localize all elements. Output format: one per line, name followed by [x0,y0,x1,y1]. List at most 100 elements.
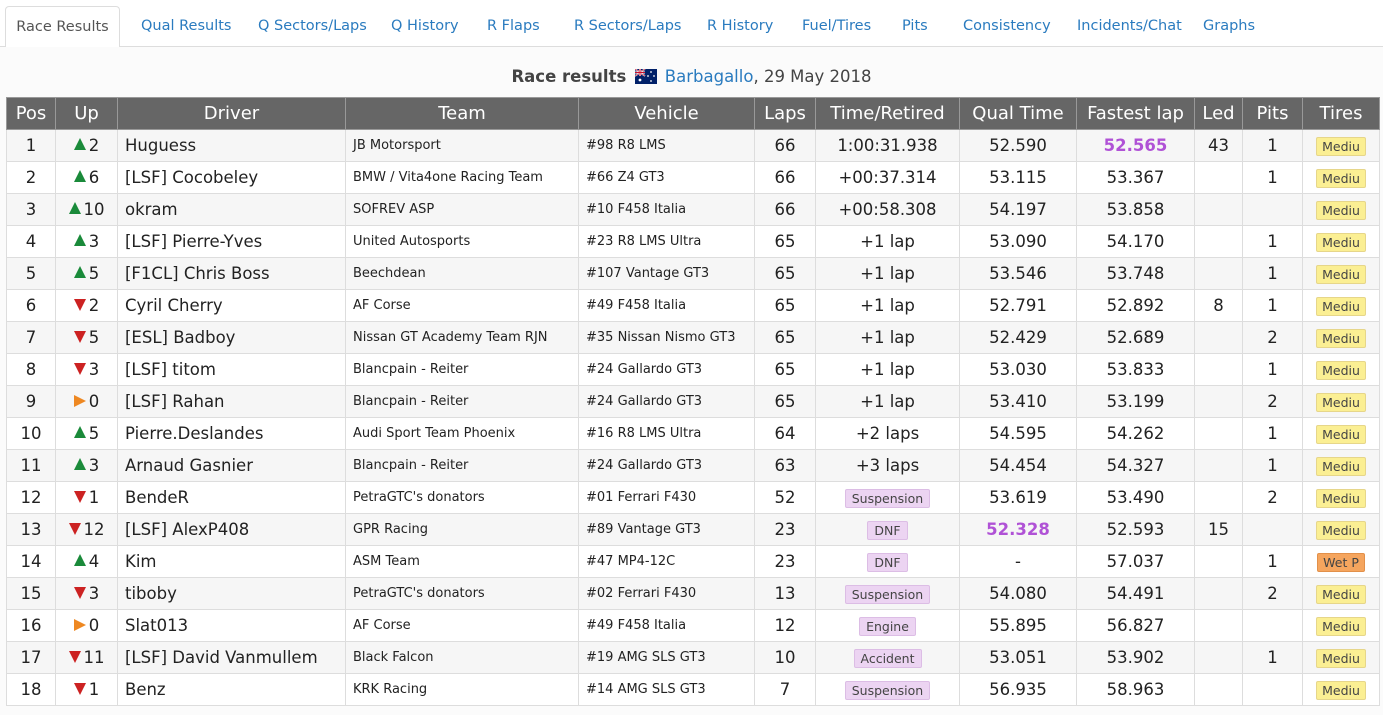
tab-r-sectors-laps[interactable]: R Sectors/Laps [574,6,681,46]
fastest-lap-cell: 53.748 [1076,257,1195,290]
positions-gained-cell: 3 [55,449,118,482]
retired-status-badge: Suspension [844,584,931,604]
tire-badge: Mediu [1316,616,1366,636]
column-header-vehicle[interactable]: Vehicle [578,97,755,130]
column-header-fastest-lap[interactable]: Fastest lap [1076,97,1195,130]
tab-bar: Race Results Qual Results Q Sectors/Laps Q … [0,0,1383,48]
arrow-up-icon [73,426,86,438]
race-time: +1 lap [860,264,915,283]
retired-status-badge: Suspension [844,488,931,508]
positions-gained-cell: 5 [55,417,118,450]
laps-cell: 65 [754,353,816,386]
team-cell: ASM Team [345,545,579,578]
column-header-led[interactable]: Led [1194,97,1243,130]
track-link[interactable]: Barbagallo [665,67,754,86]
positions-gained-cell: 0 [55,609,118,642]
table-row: 1 2 Huguess JB Motorsport #98 R8 LMS 66 1:00:3… [6,129,1380,162]
tab-pits[interactable]: Pits [902,6,928,46]
team-cell: KRK Racing [345,673,579,706]
time-retired-cell: +1 lap [815,225,960,258]
arrow-down-icon [73,683,86,695]
driver-cell: Huguess [117,129,346,162]
column-header-team[interactable]: Team [345,97,579,130]
positions-gained-cell: 6 [55,161,118,194]
positions-gained-value: 1 [88,488,100,507]
tab-r-flaps[interactable]: R Flaps [487,6,540,46]
laps-cell: 65 [754,321,816,354]
laps-led-cell: 8 [1194,289,1243,322]
tab-q-sectors-laps[interactable]: Q Sectors/Laps [258,6,367,46]
team-cell: Blancpain - Reiter [345,385,579,418]
column-header-time-retired[interactable]: Time/Retired [815,97,960,130]
table-row: 9 0 [LSF] Rahan Blancpain - Reiter #24 Galla… [6,385,1380,418]
positions-gained-cell: 1 [55,481,118,514]
table-header-row: Pos Up Driver Team Vehicle Laps Time/Retired Qu… [6,97,1380,130]
positions-gained-cell: 5 [55,321,118,354]
column-header-up[interactable]: Up [55,97,118,130]
position-cell: 18 [6,673,56,706]
race-time: +00:58.308 [838,200,937,219]
laps-led-cell [1194,257,1243,290]
laps-cell: 12 [754,609,816,642]
positions-gained-cell: 12 [55,513,118,546]
pits-cell: 1 [1242,129,1303,162]
qual-time-cell: 54.080 [959,577,1077,610]
time-retired-cell: DNF [815,513,960,546]
driver-cell: [F1CL] Chris Boss [117,257,346,290]
tires-cell: Mediu [1302,449,1380,482]
tire-badge: Mediu [1316,456,1366,476]
pits-cell: 1 [1242,257,1303,290]
laps-led-cell [1194,545,1243,578]
column-header-tires[interactable]: Tires [1302,97,1380,130]
positions-gained-value: 12 [83,520,105,539]
column-header-driver[interactable]: Driver [117,97,346,130]
column-header-qual-time[interactable]: Qual Time [959,97,1077,130]
qual-time-cell: 53.051 [959,641,1077,674]
tire-badge: Mediu [1316,392,1366,412]
positions-gained-value: 3 [88,360,100,379]
tab-fuel-tires[interactable]: Fuel/Tires [802,6,871,46]
team-cell: JB Motorsport [345,129,579,162]
driver-cell: tiboby [117,577,346,610]
tab-graphs[interactable]: Graphs [1203,6,1255,46]
team-cell: PetraGTC's donators [345,481,579,514]
tab-consistency[interactable]: Consistency [963,6,1051,46]
qual-time-cell: 53.090 [959,225,1077,258]
position-cell: 14 [6,545,56,578]
tab-r-history[interactable]: R History [707,6,773,46]
fastest-lap-cell: 57.037 [1076,545,1195,578]
driver-cell: Arnaud Gasnier [117,449,346,482]
retired-status-badge: Engine [859,616,916,636]
tab-race-results[interactable]: Race Results [5,6,120,48]
arrow-right-icon [73,619,86,631]
tire-badge: Mediu [1316,680,1366,700]
vehicle-cell: #14 AMG SLS GT3 [578,673,755,706]
positions-gained-value: 4 [88,552,100,571]
column-header-pos[interactable]: Pos [6,97,56,130]
vehicle-cell: #49 F458 Italia [578,609,755,642]
retired-status-badge: Accident [853,648,922,668]
pits-cell: 2 [1242,577,1303,610]
tires-cell: Mediu [1302,321,1380,354]
qual-time-cell: 52.328 [959,513,1077,546]
driver-cell: [ESL] Badboy [117,321,346,354]
column-header-laps[interactable]: Laps [754,97,816,130]
tires-cell: Mediu [1302,609,1380,642]
tab-q-history[interactable]: Q History [391,6,459,46]
qual-time-cell: 53.030 [959,353,1077,386]
time-retired-cell: +1 lap [815,257,960,290]
column-header-pits[interactable]: Pits [1242,97,1303,130]
tab-incidents-chat[interactable]: Incidents/Chat [1077,6,1182,46]
vehicle-cell: #16 R8 LMS Ultra [578,417,755,450]
fastest-lap-cell: 52.892 [1076,289,1195,322]
fastest-lap-cell: 58.963 [1076,673,1195,706]
arrow-right-icon [73,395,86,407]
results-table: Pos Up Driver Team Vehicle Laps Time/Retired Qu… [6,97,1380,706]
position-cell: 3 [6,193,56,226]
laps-cell: 23 [754,545,816,578]
fastest-lap-cell: 53.367 [1076,161,1195,194]
positions-gained-value: 0 [88,392,100,411]
race-time: +1 lap [860,232,915,251]
driver-cell: BendeR [117,481,346,514]
tab-qual-results[interactable]: Qual Results [141,6,231,46]
